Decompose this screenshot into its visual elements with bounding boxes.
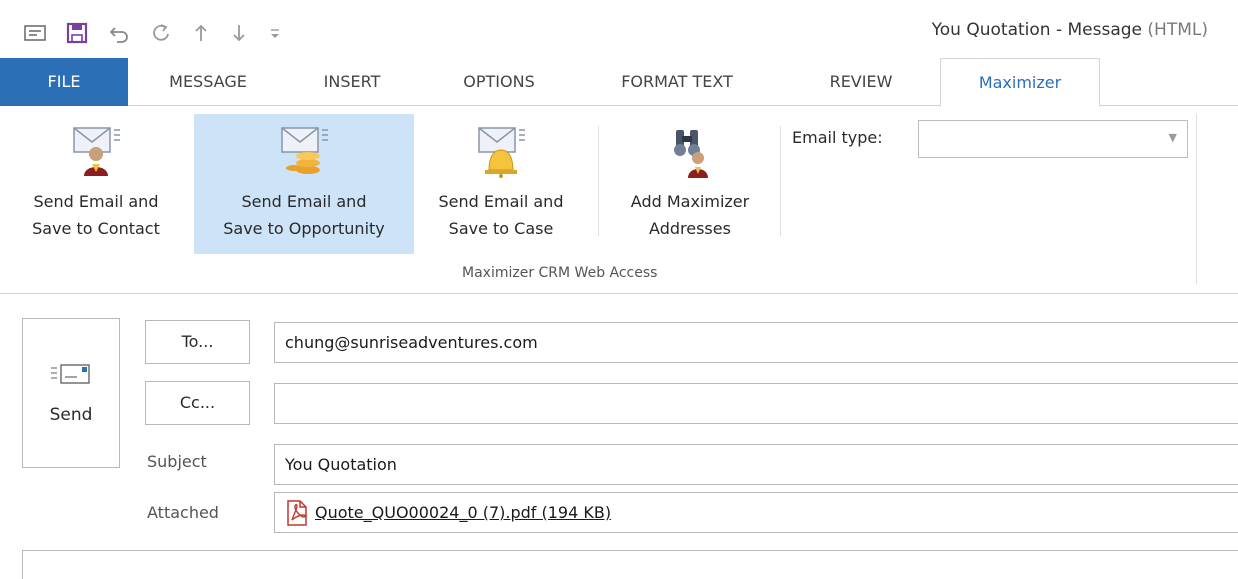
ribbon-separator <box>598 126 599 236</box>
tab-insert[interactable]: INSERT <box>298 58 406 106</box>
tab-options[interactable]: OPTIONS <box>440 58 558 106</box>
subject-field[interactable]: You Quotation <box>274 444 1238 485</box>
send-and-save-to-opportunity-button[interactable]: Send Email and Save to Opportunity <box>194 114 414 254</box>
save-icon[interactable] <box>64 20 90 46</box>
undo-icon[interactable] <box>106 20 132 46</box>
to-field[interactable]: chung@sunriseadventures.com <box>274 322 1238 363</box>
email-opportunity-icon <box>281 127 328 174</box>
attachment-item[interactable]: Quote_QUO00024_0 (7).pdf (194 KB) <box>285 493 611 532</box>
email-contact-icon <box>73 127 120 176</box>
send-and-save-to-opportunity-label: Send Email and Save to Opportunity <box>223 192 385 238</box>
send-envelope-icon <box>51 364 90 384</box>
window-title-suffix: (HTML) <box>1142 20 1208 40</box>
ribbon-group-divider <box>1196 114 1197 284</box>
tab-review[interactable]: REVIEW <box>806 58 916 106</box>
tab-maximizer[interactable]: Maximizer <box>940 58 1100 107</box>
attachments-field[interactable]: Quote_QUO00024_0 (7).pdf (194 KB) <box>274 492 1238 533</box>
message-icon[interactable] <box>22 20 48 46</box>
tab-file[interactable]: FILE <box>0 58 128 106</box>
arrow-up-icon[interactable] <box>188 20 214 46</box>
binoculars-contact-icon <box>674 130 708 178</box>
email-case-bell-icon <box>478 127 525 178</box>
chevron-down-icon: ▼ <box>1168 131 1177 144</box>
ribbon-separator <box>780 126 781 236</box>
send-and-save-to-case-button[interactable]: Send Email and Save to Case <box>418 114 584 254</box>
redo-icon[interactable] <box>148 20 174 46</box>
send-button[interactable]: Send <box>22 318 120 468</box>
tab-format-text[interactable]: FORMAT TEXT <box>592 58 762 106</box>
message-body[interactable] <box>22 550 1238 579</box>
send-label: Send <box>49 405 93 425</box>
add-maximizer-addresses-label: Add Maximizer Addresses <box>630 192 750 238</box>
send-and-save-to-case-label: Send Email and Save to Case <box>438 192 564 238</box>
ribbon-panel: Send Email and Save to Contact Send Emai… <box>0 106 1238 294</box>
cc-button[interactable]: Cc... <box>145 381 250 425</box>
subject-label: Subject <box>147 452 207 471</box>
pdf-icon <box>287 499 307 526</box>
cc-field[interactable] <box>274 383 1238 424</box>
customize-toolbar-icon[interactable] <box>262 20 288 46</box>
window-title-text: You Quotation - Message <box>931 20 1143 40</box>
quick-access-toolbar: You Quotation - Message (HTML) <box>0 0 1238 58</box>
arrow-down-icon[interactable] <box>226 20 252 46</box>
tab-message[interactable]: MESSAGE <box>148 58 268 106</box>
send-and-save-to-contact-label: Send Email and Save to Contact <box>32 192 160 238</box>
ribbon-tabs: FILE MESSAGE INSERT OPTIONS FORMAT TEXT … <box>0 58 1238 107</box>
email-type-label: Email type: <box>792 128 883 147</box>
send-and-save-to-contact-button[interactable]: Send Email and Save to Contact <box>6 114 186 254</box>
attached-label: Attached <box>147 503 219 522</box>
to-button[interactable]: To... <box>145 320 250 364</box>
add-maximizer-addresses-button[interactable]: Add Maximizer Addresses <box>604 114 776 254</box>
window-title: You Quotation - Message (HTML) <box>932 20 1208 40</box>
ribbon-group-label: Maximizer CRM Web Access <box>462 265 658 281</box>
email-type-dropdown[interactable]: ▼ <box>918 120 1188 158</box>
attachment-link[interactable]: Quote_QUO00024_0 (7).pdf (194 KB) <box>315 493 611 532</box>
